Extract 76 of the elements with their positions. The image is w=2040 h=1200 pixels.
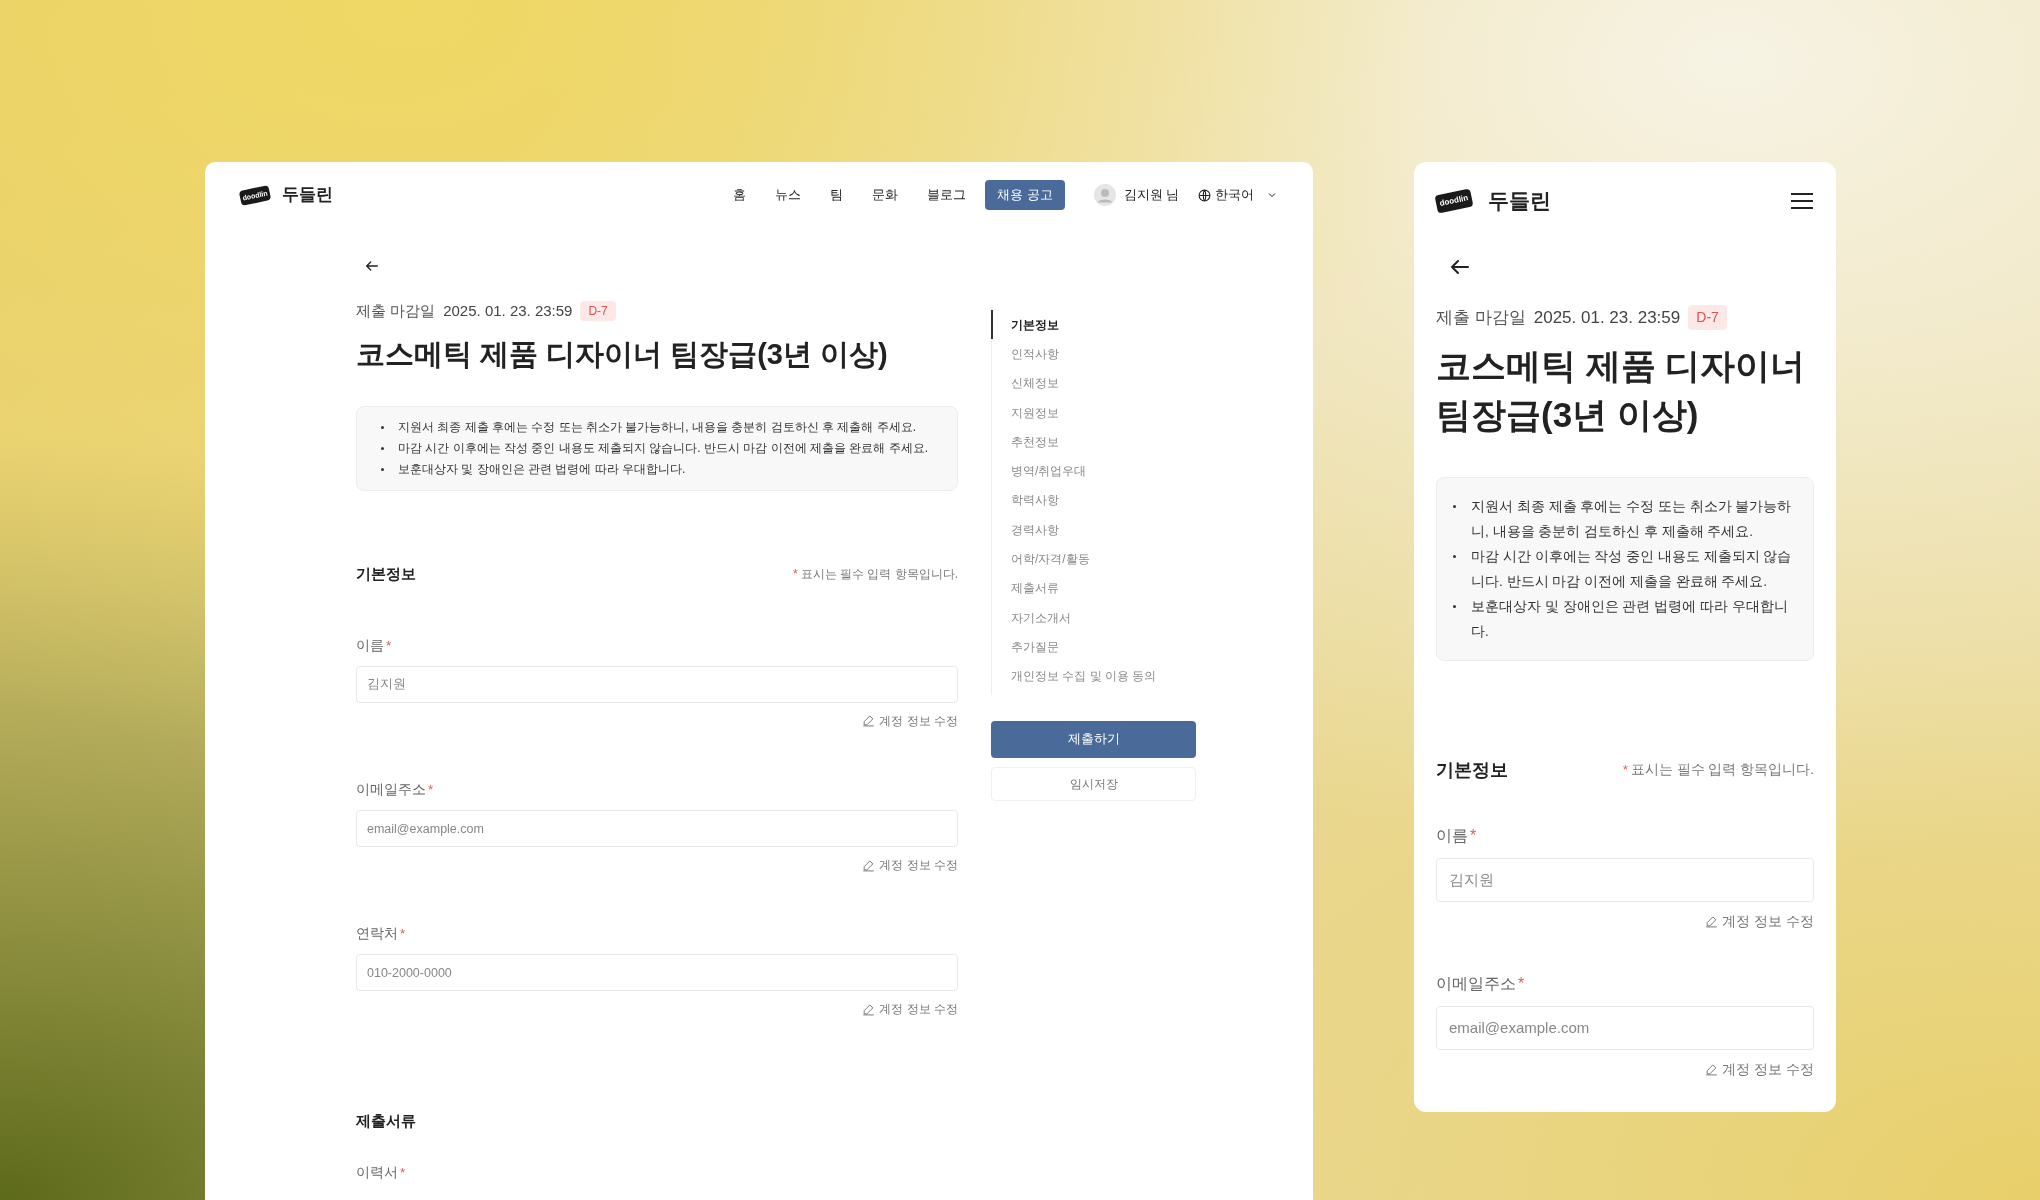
edit-account-link[interactable]: 계정 정보 수정 [1705,1058,1814,1080]
job-title: 코스메틱 제품 디자이너 팀장급(3년 이상) [1436,344,1807,436]
avatar-icon [1093,184,1116,206]
toc-item[interactable]: 인적사항 [991,339,1196,369]
toc-item[interactable]: 학력사항 [991,485,1196,516]
nav-link[interactable]: 문화 [872,185,899,205]
language-selector[interactable]: 한국어 [1198,185,1278,205]
pencil-icon [862,714,876,728]
toc-item[interactable]: 신체정보 [991,368,1196,398]
field-label: 이름* [356,636,393,655]
text-field[interactable]: 010-2000-0000 [356,954,958,992]
section-title: 제출서류 [356,1111,416,1132]
text-field[interactable]: email@example.com [356,810,958,847]
section-title: 기본정보 [356,564,416,584]
brand-name: 두들린 [1488,188,1551,215]
nav-link[interactable]: 홈 [733,185,747,205]
nav-link[interactable]: 뉴스 [775,185,802,205]
d-day-badge: D-7 [580,301,616,322]
menu-icon[interactable] [1790,192,1814,210]
edit-account-link[interactable]: 계정 정보 수정 [862,1000,958,1019]
deadline-date: 2025. 01. 23. 23:59 [1533,307,1681,329]
toc-item[interactable]: 병역/취업우대 [991,456,1196,486]
bullet-icon [1453,554,1456,558]
text-field[interactable]: email@example.com [1436,1005,1814,1050]
toc-item[interactable]: 추천정보 [991,427,1196,457]
notice-text: 마감 시간 이후에는 작성 중인 내용도 제출되지 않습니다. 반드시 마감 이전에 제출을 완료해 주세요. [398,440,928,457]
field-label: 이메일주소* [356,780,435,799]
text-field[interactable]: 김지원 [1436,857,1814,902]
toc-item[interactable]: 기본정보 [991,310,1196,340]
text-field[interactable]: 김지원 [356,665,958,703]
nav-link[interactable]: 팀 [830,185,844,205]
toc-item[interactable]: 자기소개서 [991,602,1196,633]
notice-text: 지원서 최종 제출 후에는 수정 또는 취소가 불가능하니, 내용을 충분히 검토하신 후 제출해 주세요. [1471,497,1793,541]
pencil-icon [862,858,876,872]
user-name[interactable]: 김지원 님 [1123,185,1179,205]
section-title: 기본정보 [1436,758,1508,782]
edit-account-link[interactable]: 계정 정보 수정 [862,711,958,730]
toc-item[interactable]: 경력사항 [991,515,1196,545]
d-day-badge: D-7 [1688,305,1727,331]
submit-button[interactable]: 제출하기 [991,720,1196,758]
toc-item[interactable]: 제출서류 [991,573,1196,603]
brand-name: 두들린 [282,184,333,207]
pencil-icon [862,1002,876,1016]
toc-item[interactable]: 지원정보 [991,397,1196,428]
field-label: 이메일주소* [1436,973,1526,994]
edit-account-link[interactable]: 계정 정보 수정 [1705,910,1814,932]
field-label: 연락처* [356,925,407,943]
deadline-label: 제출 마감일 [356,301,436,321]
deadline-date: 2025. 01. 23. 23:59 [443,301,573,321]
bullet-icon [1453,504,1456,508]
job-title: 코스메틱 제품 디자이너 팀장급(3년 이상) [356,336,889,372]
required-note: * 표시는 필수 입력 항목입니다. [793,566,958,584]
deadline-label: 제출 마감일 [1436,307,1526,329]
bullet-icon [381,447,384,450]
back-arrow-icon[interactable] [364,258,380,274]
pencil-icon [1705,914,1719,928]
pencil-icon [1705,1062,1719,1076]
notice-text: 마감 시간 이후에는 작성 중인 내용도 제출되지 않습니다. 반드시 마감 이전에 제출을 완료해 주세요. [1471,547,1793,591]
bullet-icon [381,468,384,471]
notice-text: 보훈대상자 및 장애인은 관련 법령에 따라 우대합니다. [1471,597,1789,641]
notice-text: 지원서 최종 제출 후에는 수정 또는 취소가 불가능하니, 내용을 충분히 검토하신 후 제출해 주세요. [398,419,916,436]
bullet-icon [1453,604,1456,608]
field-label: 이력서* [356,1163,407,1182]
required-note: * 표시는 필수 입력 항목입니다. [1622,760,1814,779]
toc-item[interactable]: 개인정보 수집 및 이용 동의 [991,661,1196,691]
toc-item[interactable]: 추가질문 [991,632,1196,662]
save-draft-button[interactable]: 임시저장 [991,766,1196,801]
globe-icon [1198,188,1211,202]
edit-account-link[interactable]: 계정 정보 수정 [862,856,958,874]
notice-text: 보훈대상자 및 장애인은 관련 법령에 따라 우대합니다. [398,461,686,478]
logo-text: doodlin [1439,194,1469,208]
bullet-icon [381,426,384,429]
nav-link[interactable]: 블로그 [927,185,967,205]
toc-item[interactable]: 어학/자격/활동 [991,544,1196,574]
nav-link[interactable]: 채용 공고 [985,179,1065,211]
field-label: 이름* [1436,825,1478,846]
